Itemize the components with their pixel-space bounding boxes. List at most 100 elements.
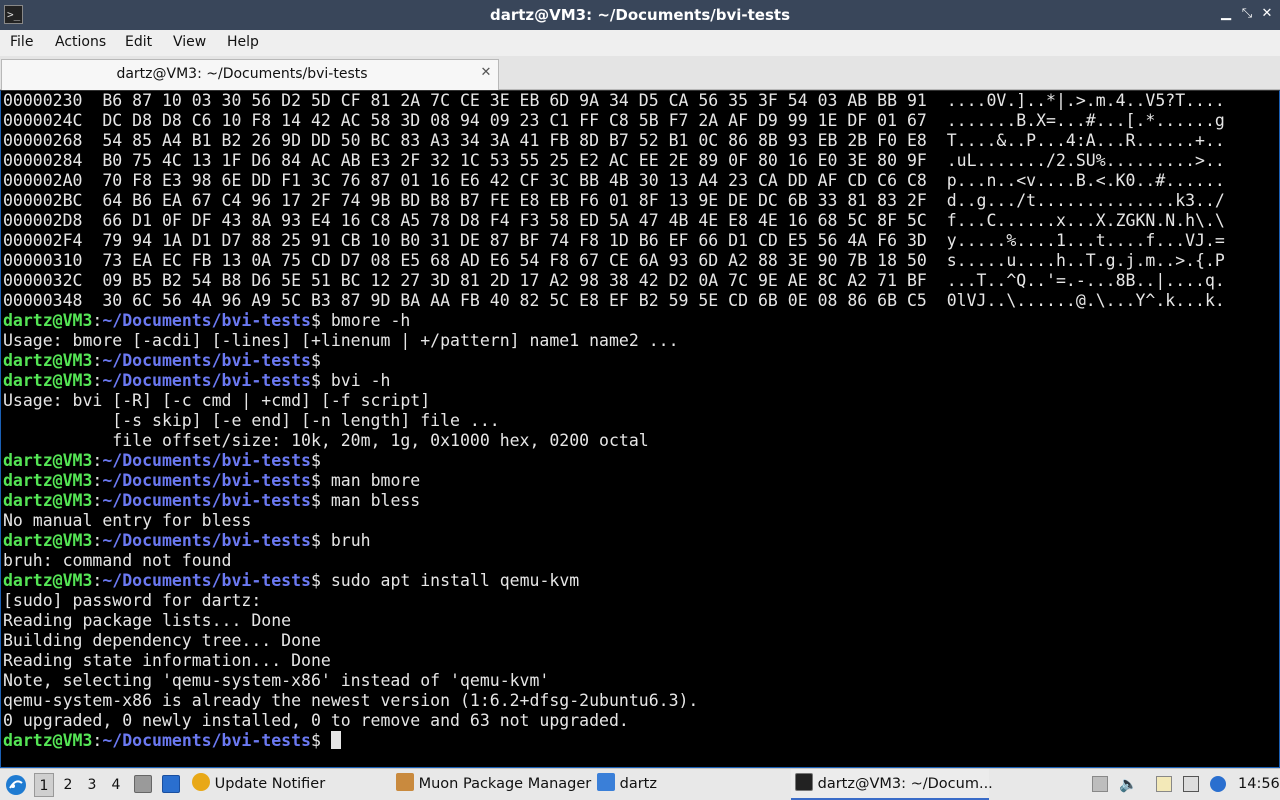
workspace-1[interactable]: 1 [34, 773, 54, 797]
eject-icon[interactable] [1092, 776, 1108, 792]
clipboard-icon[interactable] [1156, 776, 1172, 792]
prompt-dollar: $ [310, 531, 321, 550]
prompt-path: ~/Documents/bvi-tests [102, 491, 311, 510]
prompt-dollar: $ [310, 571, 321, 590]
close-icon[interactable]: ✕ [1259, 6, 1275, 22]
command-text: sudo apt install qemu-kvm [320, 571, 580, 590]
prompt-line: dartz@VM3:~/Documents/bvi-tests$ bvi -h [3, 371, 390, 391]
prompt-separator: : [92, 491, 103, 510]
text-cursor[interactable] [330, 731, 341, 749]
prompt-path: ~/Documents/bvi-tests [102, 351, 311, 370]
command-text: bruh [320, 531, 371, 550]
maximize-icon[interactable]: ⤡ [1239, 6, 1255, 22]
tab-bar: dartz@VM3: ~/Documents/bvi-tests ✕ [0, 56, 1280, 90]
menu-help[interactable]: Help [227, 30, 259, 56]
prompt-separator: : [92, 531, 103, 550]
prompt-user: dartz@VM3 [3, 491, 93, 510]
menu-file[interactable]: File [10, 30, 33, 56]
prompt-dollar: $ [310, 351, 321, 370]
prompt-separator: : [92, 571, 103, 590]
terminal-icon [795, 773, 813, 791]
network-icon[interactable] [1183, 776, 1199, 792]
folder-icon [597, 773, 615, 791]
task-label: dartz@VM3: ~/Docum... [817, 776, 993, 792]
close-icon[interactable]: ✕ [478, 65, 494, 81]
prompt-path: ~/Documents/bvi-tests [102, 311, 311, 330]
prompt-line: dartz@VM3:~/Documents/bvi-tests$ bruh [3, 531, 371, 551]
command-text [321, 731, 331, 750]
update-tray-icon[interactable] [1210, 776, 1226, 792]
task-label: Update Notifier [214, 776, 326, 792]
task-update-notifier[interactable]: Update Notifier [192, 769, 325, 800]
prompt-user: dartz@VM3 [3, 731, 93, 750]
task-dartz-folder[interactable]: dartz [597, 769, 657, 800]
prompt-user: dartz@VM3 [3, 451, 93, 470]
volume-icon[interactable]: 🔈 [1119, 776, 1138, 792]
output-line: 0 upgraded, 0 newly installed, 0 to remo… [3, 711, 629, 730]
output-line: qemu-system-x86 is already the newest ve… [3, 691, 699, 710]
prompt-dollar: $ [310, 471, 321, 490]
output-line: [sudo] password for dartz: [3, 591, 262, 610]
task-terminal[interactable]: dartz@VM3: ~/Docum... [791, 769, 993, 800]
output-line: Usage: bvi [-R] [-c cmd | +cmd] [-f scri… [3, 391, 431, 410]
prompt-separator: : [92, 371, 103, 390]
prompt-dollar: $ [310, 491, 321, 510]
prompt-line: dartz@VM3:~/Documents/bvi-tests$ bmore -… [3, 311, 410, 331]
window-title: dartz@VM3: ~/Documents/bvi-tests [489, 6, 791, 24]
workspace-4[interactable]: 4 [106, 773, 126, 797]
hex-dump-line: 000002A0 70 F8 E3 98 6E DD F1 3C 76 87 0… [3, 171, 1225, 190]
workspace-2[interactable]: 2 [58, 773, 78, 797]
hex-dump-line: 00000284 B0 75 4C 13 1F D6 84 AC AB E3 2… [3, 151, 1225, 170]
task-label: Muon Package Manager [418, 776, 592, 792]
output-line: [-s skip] [-e end] [-n length] file ... [3, 411, 500, 430]
workspace-3[interactable]: 3 [82, 773, 102, 797]
package-manager-icon [396, 773, 414, 791]
hex-dump-line: 0000032C 09 B5 B2 54 B8 D6 5E 51 BC 12 2… [3, 271, 1225, 290]
prompt-dollar: $ [310, 731, 321, 750]
prompt-user: dartz@VM3 [3, 311, 93, 330]
minimize-icon[interactable]: ▁ [1218, 6, 1234, 22]
prompt-path: ~/Documents/bvi-tests [102, 731, 311, 750]
prompt-line: dartz@VM3:~/Documents/bvi-tests$ [3, 731, 341, 751]
prompt-separator: : [92, 471, 103, 490]
clock[interactable]: 14:56 [1238, 769, 1280, 800]
menu-actions[interactable]: Actions [55, 30, 106, 56]
prompt-user: dartz@VM3 [3, 571, 93, 590]
menu-edit[interactable]: Edit [125, 30, 152, 56]
prompt-user: dartz@VM3 [3, 471, 93, 490]
prompt-dollar: $ [310, 371, 321, 390]
output-line: Reading state information... Done [3, 651, 331, 670]
tab-label: dartz@VM3: ~/Documents/bvi-tests [116, 66, 368, 82]
output-line: Reading package lists... Done [3, 611, 292, 630]
hex-dump-line: 00000310 73 EA EC FB 13 0A 75 CD D7 08 E… [3, 251, 1225, 270]
window-titlebar: >_ dartz@VM3: ~/Documents/bvi-tests ▁ ⤡ … [0, 0, 1280, 30]
hex-dump-line: 000002F4 79 94 1A D1 D7 88 25 91 CB 10 B… [3, 231, 1225, 250]
lubuntu-logo-icon[interactable] [4, 773, 28, 797]
terminal-tab[interactable]: dartz@VM3: ~/Documents/bvi-tests ✕ [1, 59, 499, 90]
output-line: Building dependency tree... Done [3, 631, 321, 650]
command-text: bvi -h [320, 371, 391, 390]
task-muon-package-manager[interactable]: Muon Package Manager [396, 769, 591, 800]
output-line: Usage: bmore [-acdi] [-lines] [+linenum … [3, 331, 679, 350]
hex-dump-line: 00000348 30 6C 56 4A 96 A9 5C B3 87 9D B… [3, 291, 1225, 310]
command-text: bmore -h [320, 311, 411, 330]
prompt-user: dartz@VM3 [3, 371, 93, 390]
prompt-path: ~/Documents/bvi-tests [102, 571, 311, 590]
prompt-path: ~/Documents/bvi-tests [102, 371, 311, 390]
desktop-icon[interactable] [162, 775, 180, 793]
terminal-output[interactable]: 00000230 B6 87 10 03 30 56 D2 5D CF 81 2… [0, 90, 1280, 768]
menu-view[interactable]: View [173, 30, 206, 56]
prompt-dollar: $ [310, 311, 321, 330]
hex-dump-line: 00000230 B6 87 10 03 30 56 D2 5D CF 81 2… [3, 91, 1225, 110]
hex-dump-line: 000002D8 66 D1 0F DF 43 8A 93 E4 16 C8 A… [3, 211, 1225, 230]
prompt-separator: : [92, 451, 103, 470]
hex-dump-line: 0000024C DC D8 D8 C6 10 F8 14 42 AC 58 3… [3, 111, 1225, 130]
prompt-line: dartz@VM3:~/Documents/bvi-tests$ [3, 351, 321, 371]
file-manager-icon[interactable] [134, 775, 152, 793]
prompt-user: dartz@VM3 [3, 351, 93, 370]
prompt-line: dartz@VM3:~/Documents/bvi-tests$ man bmo… [3, 471, 420, 491]
output-line: No manual entry for bless [3, 511, 252, 530]
prompt-user: dartz@VM3 [3, 531, 93, 550]
output-line: file offset/size: 10k, 20m, 1g, 0x1000 h… [3, 431, 649, 450]
prompt-dollar: $ [310, 451, 321, 470]
